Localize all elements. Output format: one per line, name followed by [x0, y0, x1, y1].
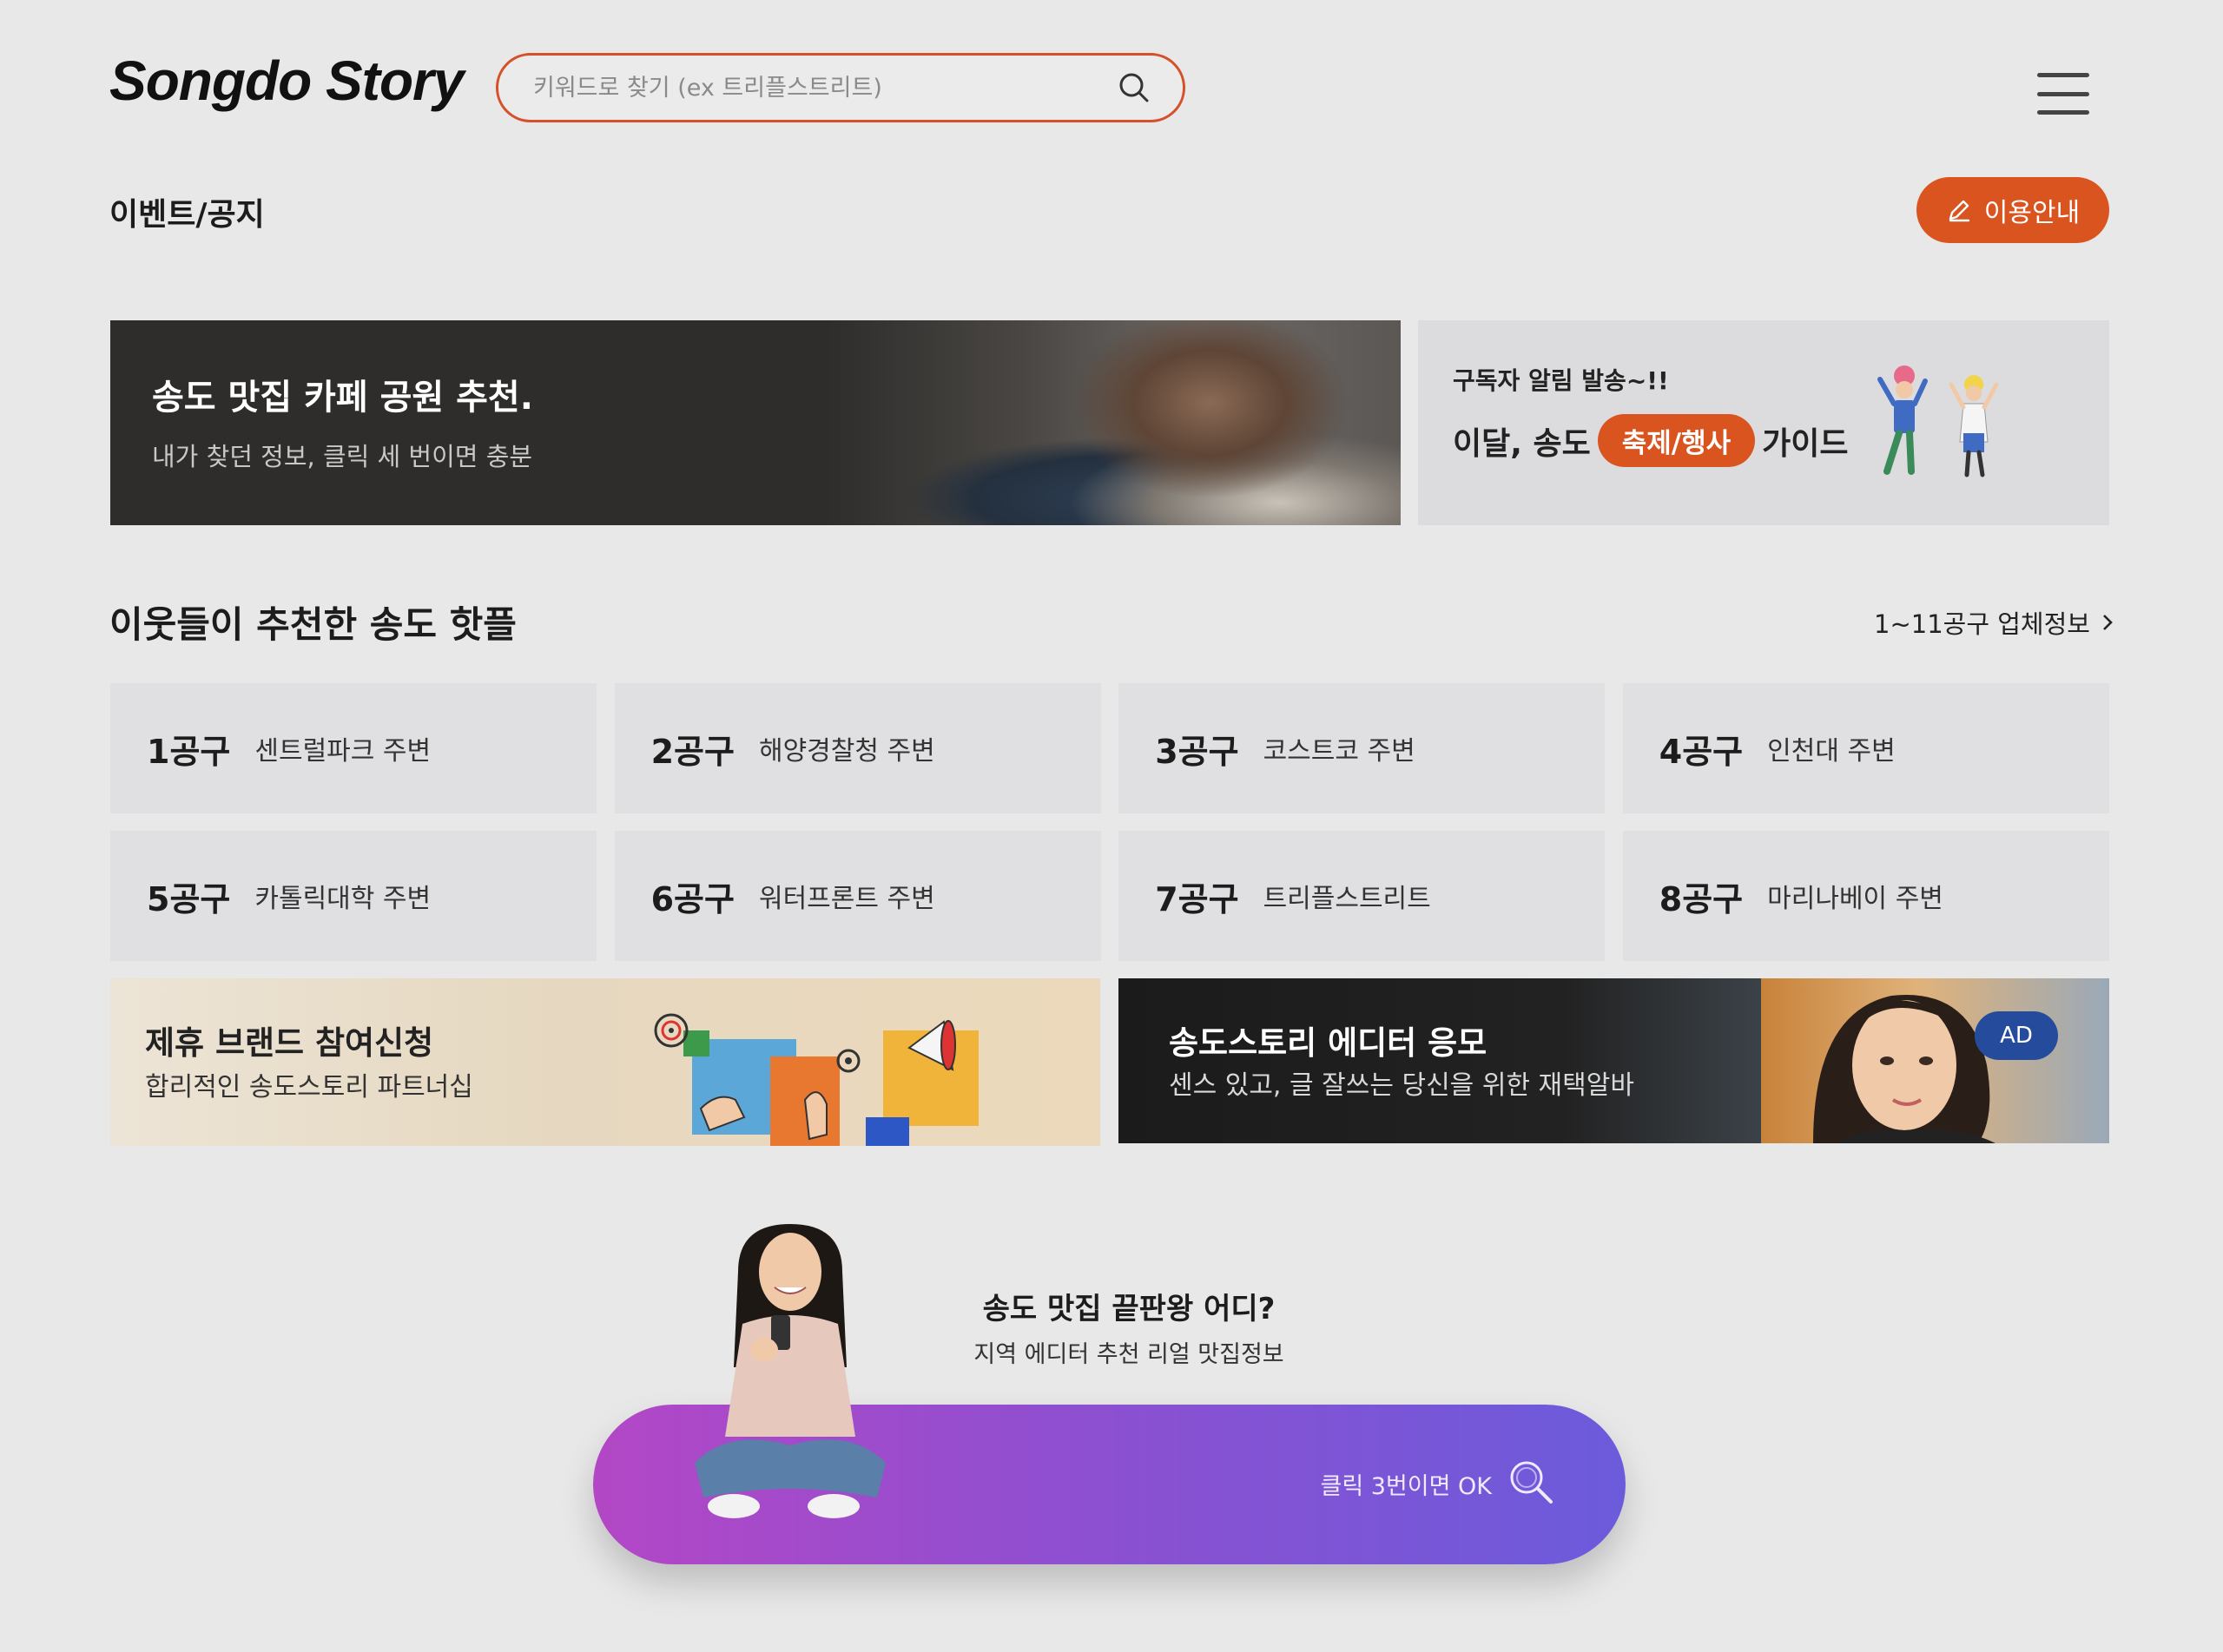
district-card[interactable]: 5공구 카톨릭대학 주변	[110, 831, 597, 961]
alert-prefix: 이달, 송도	[1453, 425, 1591, 462]
district-card[interactable]: 3공구 코스트코 주변	[1118, 683, 1606, 813]
hamburger-menu-icon[interactable]	[2037, 73, 2089, 115]
editor-recruit-banner[interactable]: 송도스토리 에디터 응모 센스 있고, 글 잘쓰는 당신을 위한 재택알바 AD	[1118, 978, 2109, 1143]
district-area: 인천대 주변	[1767, 736, 1896, 767]
more-link-label: 1~11공구 업체정보	[1874, 609, 2090, 639]
district-card[interactable]: 2공구 해양경찰청 주변	[614, 683, 1101, 813]
district-number: 6공구	[650, 879, 735, 918]
district-card[interactable]: 4공구 인천대 주변	[1622, 683, 2109, 813]
cta-subtitle: 지역 에디터 추천 리얼 맛집정보	[973, 1341, 1284, 1368]
district-area: 트리플스트리트	[1263, 884, 1431, 914]
district-card[interactable]: 8공구 마리나베이 주변	[1622, 831, 2109, 961]
district-area: 해양경찰청 주변	[758, 736, 935, 767]
search-icon[interactable]	[1117, 70, 1151, 105]
events-heading: 이벤트/공지	[109, 197, 265, 233]
chevron-right-icon	[2103, 615, 2113, 630]
district-card[interactable]: 1공구 센트럴파크 주변	[110, 683, 597, 813]
site-logo[interactable]: Songdo Story	[109, 49, 465, 113]
district-area: 워터프론트 주변	[758, 884, 935, 914]
editor-subtitle: 센스 있고, 글 잘쓰는 당신을 위한 재택알바	[1169, 1070, 1634, 1101]
hotplaces-heading: 이웃들이 추천한 송도 핫플	[109, 603, 517, 646]
district-card[interactable]: 7공구 트리플스트리트	[1118, 831, 1606, 961]
guide-button[interactable]: 이용안내	[1916, 177, 2109, 243]
main-banner[interactable]: 송도 맛집 카페 공원 추천. 내가 찾던 정보, 클릭 세 번이면 충분	[110, 320, 1401, 525]
editor-title: 송도스토리 에디터 응모	[1169, 1024, 1487, 1062]
alert-small-text: 구독자 알림 발송~!!	[1453, 366, 1669, 395]
banner-photo	[828, 320, 1401, 525]
partnership-collage-illustration	[654, 1013, 979, 1146]
woman-portrait-photo	[1761, 978, 2109, 1143]
district-grid: 1공구 센트럴파크 주변 2공구 해양경찰청 주변 3공구 코스트코 주변 4공…	[110, 683, 2109, 961]
district-number: 2공구	[650, 732, 735, 771]
district-number: 3공구	[1155, 732, 1239, 771]
ad-badge: AD	[1975, 1011, 2058, 1060]
district-number: 1공구	[147, 732, 231, 771]
district-number: 4공구	[1659, 732, 1744, 771]
district-number: 7공구	[1155, 879, 1239, 918]
cta-title: 송도 맛집 끝판왕 어디?	[982, 1292, 1276, 1326]
festival-guide-banner[interactable]: 구독자 알림 발송~!! 이달, 송도 축제/행사 가이드	[1418, 320, 2109, 525]
cta-button-label: 클릭 3번이면 OK	[1320, 1473, 1492, 1500]
kids-illustration	[1877, 365, 1999, 477]
pencil-icon	[1949, 200, 1969, 222]
all-districts-link[interactable]: 1~11공구 업체정보	[1874, 604, 2114, 641]
partner-subtitle: 합리적인 송도스토리 파트너십	[145, 1072, 473, 1102]
district-area: 코스트코 주변	[1263, 736, 1415, 767]
district-area: 마리나베이 주변	[1767, 884, 1943, 914]
district-area: 카톨릭대학 주변	[254, 884, 432, 914]
alert-suffix: 가이드	[1762, 425, 1849, 462]
search-bar[interactable]	[496, 53, 1185, 122]
district-number: 5공구	[147, 879, 231, 918]
district-area: 센트럴파크 주변	[254, 736, 432, 767]
guide-button-label: 이용안내	[1983, 198, 2081, 228]
main-banner-subtitle: 내가 찾던 정보, 클릭 세 번이면 충분	[152, 442, 533, 471]
magnifier-icon	[1510, 1461, 1553, 1504]
search-input[interactable]	[533, 74, 1117, 102]
main-banner-title: 송도 맛집 카페 공원 추천.	[152, 378, 533, 418]
partner-banner[interactable]: 제휴 브랜드 참여신청 합리적인 송도스토리 파트너십	[110, 978, 1100, 1146]
partner-title: 제휴 브랜드 참여신청	[145, 1024, 434, 1062]
festival-pill: 축제/행사	[1597, 414, 1756, 467]
alert-headline: 이달, 송도 축제/행사 가이드	[1453, 414, 1848, 467]
district-card[interactable]: 6공구 워터프론트 주변	[614, 831, 1101, 961]
district-number: 8공구	[1659, 879, 1744, 918]
smiling-girl-phone-photo	[695, 1224, 886, 1518]
